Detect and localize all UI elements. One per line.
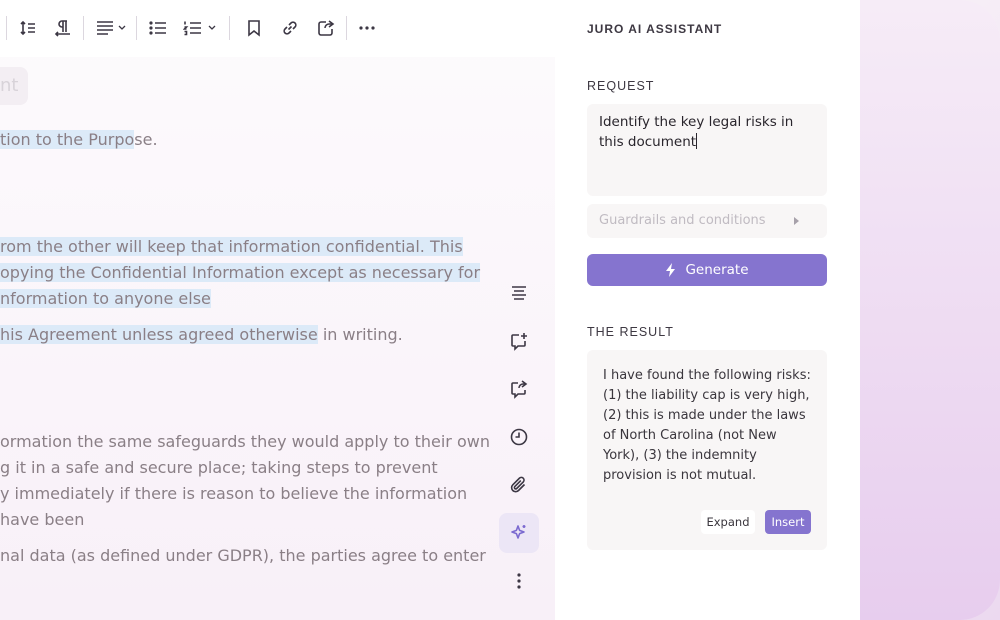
share-doc-icon[interactable] <box>499 369 539 409</box>
more-vertical-icon[interactable] <box>499 561 539 601</box>
toolbar-divider <box>136 16 137 40</box>
numbered-list-icon[interactable] <box>183 16 217 40</box>
toolbar-divider <box>83 16 84 40</box>
toolbar-divider <box>6 16 7 40</box>
document-line: opying the Confidential Information exce… <box>0 263 481 282</box>
text-caret <box>696 133 698 149</box>
share-icon[interactable] <box>315 16 337 40</box>
document-line: nal data (as defined under GDPR), the pa… <box>0 546 486 565</box>
attachment-icon[interactable] <box>499 465 539 505</box>
document-line: have been <box>0 510 85 529</box>
panel-title: JURO AI ASSISTANT <box>587 22 723 36</box>
request-label: REQUEST <box>587 79 655 93</box>
document-line: g it in a safe and secure place; taking … <box>0 458 438 477</box>
lightning-icon <box>666 263 676 277</box>
guardrails-placeholder: Guardrails and conditions <box>599 213 766 228</box>
chevron-right-icon <box>794 217 799 225</box>
expand-button[interactable]: Expand <box>701 510 755 534</box>
background-edge <box>860 0 1000 620</box>
paragraph-direction-icon[interactable] <box>52 16 74 40</box>
guardrails-dropdown[interactable]: Guardrails and conditions <box>587 204 827 238</box>
generate-label: Generate <box>685 262 749 278</box>
bookmark-icon[interactable] <box>243 16 265 40</box>
request-input[interactable]: Identify the key legal risks in this doc… <box>587 104 827 196</box>
format-toolbar <box>0 0 555 57</box>
link-icon[interactable] <box>279 16 301 40</box>
toolbar-divider <box>346 16 347 40</box>
history-icon[interactable] <box>499 417 539 457</box>
insert-button[interactable]: Insert <box>765 510 811 534</box>
toolbar-divider <box>229 16 230 40</box>
document-title-chip: nt <box>0 67 28 105</box>
align-icon[interactable] <box>94 16 128 40</box>
bullet-list-icon[interactable] <box>147 16 169 40</box>
ai-assistant-panel: JURO AI ASSISTANT REQUEST Identify the k… <box>555 0 860 620</box>
result-box: I have found the following risks: (1) th… <box>587 350 827 550</box>
document-line: rom the other will keep that information… <box>0 237 463 256</box>
outline-icon[interactable] <box>499 273 539 313</box>
document-line: his Agreement unless agreed otherwise in… <box>0 325 403 344</box>
document-line: ormation the same safeguards they would … <box>0 432 490 451</box>
add-comment-icon[interactable] <box>499 321 539 361</box>
more-icon[interactable] <box>356 16 378 40</box>
generate-button[interactable]: Generate <box>587 254 827 286</box>
ai-sparkle-icon[interactable] <box>499 513 539 553</box>
document-line: y immediately if there is reason to beli… <box>0 484 468 503</box>
result-text: I have found the following risks: (1) th… <box>603 368 811 483</box>
line-spacing-icon[interactable] <box>17 16 39 40</box>
document-line: tion to the Purpose. <box>0 130 158 149</box>
document-line: nformation to anyone else <box>0 289 211 308</box>
document-editor[interactable]: nt tion to the Purpose. rom the other wi… <box>0 0 555 620</box>
result-label: THE RESULT <box>587 325 674 339</box>
